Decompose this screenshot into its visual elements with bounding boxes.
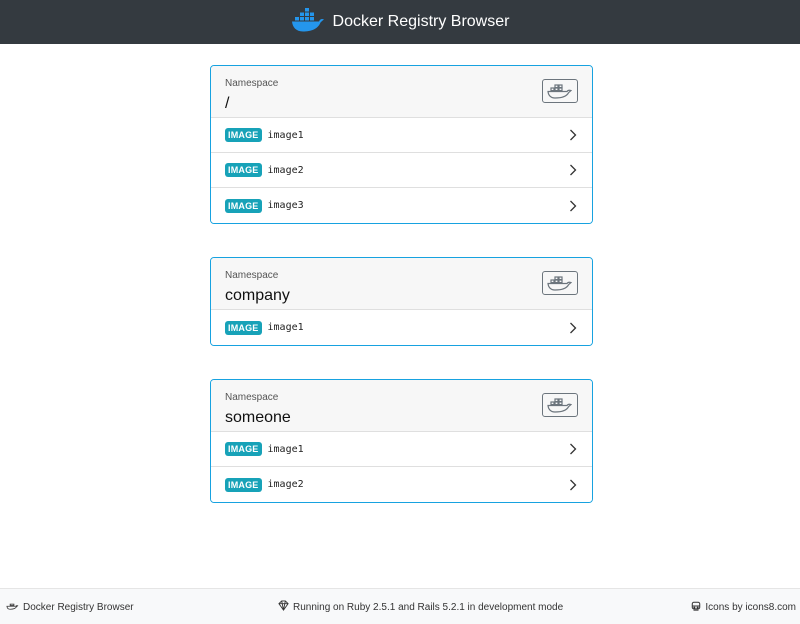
namespace-label: Namespace [225, 78, 279, 89]
footer-brand-label: Docker Registry Browser [23, 601, 134, 613]
chevron-right-icon [568, 129, 578, 141]
chevron-right-icon [568, 200, 578, 212]
image-badge: IMAGE [225, 442, 262, 456]
docker-whale-icon [291, 7, 325, 37]
chevron-right-icon [568, 479, 578, 491]
image-badge: IMAGE [225, 477, 262, 492]
image-badge: IMAGE [225, 163, 262, 177]
docker-container-icon [542, 79, 578, 103]
image-name: image2 [267, 479, 304, 490]
image-row[interactable]: IMAGE image1 [211, 118, 592, 153]
docker-container-icon [542, 271, 578, 295]
image-row[interactable]: IMAGE image3 [211, 188, 592, 223]
footer-credits: Icons by icons8.com [691, 589, 796, 624]
docker-whale-icon [6, 601, 19, 614]
icons8-link[interactable]: Icons by icons8.com [705, 602, 796, 613]
image-row[interactable]: IMAGE image1 [211, 432, 592, 467]
footer-runtime: Running on Ruby 2.5.1 and Rails 5.2.1 in… [278, 589, 563, 624]
namespace-card: Namespace someone IMAGE image1 IMAGE ima… [210, 379, 593, 503]
image-row[interactable]: IMAGE image2 [211, 153, 592, 188]
footer: Docker Registry Browser Running on Ruby … [0, 588, 800, 624]
image-name: image1 [267, 322, 304, 333]
footer-brand: Docker Registry Browser [6, 589, 134, 624]
image-name: image3 [267, 200, 304, 211]
app-title: Docker Registry Browser [332, 13, 510, 30]
ruby-gem-icon [278, 600, 289, 614]
image-name: image1 [267, 443, 304, 455]
namespace-header: Namespace company [211, 258, 592, 310]
image-name: image2 [267, 164, 304, 176]
chevron-right-icon [568, 322, 578, 334]
image-name: image1 [267, 129, 304, 141]
namespace-name: / [225, 95, 230, 112]
namespace-header: Namespace / [211, 66, 592, 118]
namespace-name: company [225, 287, 290, 304]
chevron-right-icon [568, 164, 578, 176]
namespace-label: Namespace [225, 392, 279, 403]
namespace-card: Namespace company IMAGE image1 [210, 257, 593, 346]
namespace-card: Namespace / IMAGE image1 IMAGE image2 IM… [210, 65, 593, 224]
image-row[interactable]: IMAGE image1 [211, 310, 592, 345]
footer-runtime-label: Running on Ruby 2.5.1 and Rails 5.2.1 in… [293, 601, 564, 613]
image-badge: IMAGE [225, 128, 262, 142]
namespace-header: Namespace someone [211, 380, 592, 432]
image-row[interactable]: IMAGE image2 [211, 467, 592, 502]
brand-link[interactable]: Docker Registry Browser [291, 7, 510, 37]
chevron-right-icon [568, 443, 578, 455]
namespace-name: someone [225, 409, 291, 426]
top-navbar: Docker Registry Browser [0, 0, 800, 44]
image-badge: IMAGE [225, 198, 262, 213]
namespace-label: Namespace [225, 270, 279, 281]
icons8-icon [691, 601, 701, 614]
image-badge: IMAGE [225, 320, 262, 335]
docker-container-icon [542, 393, 578, 417]
